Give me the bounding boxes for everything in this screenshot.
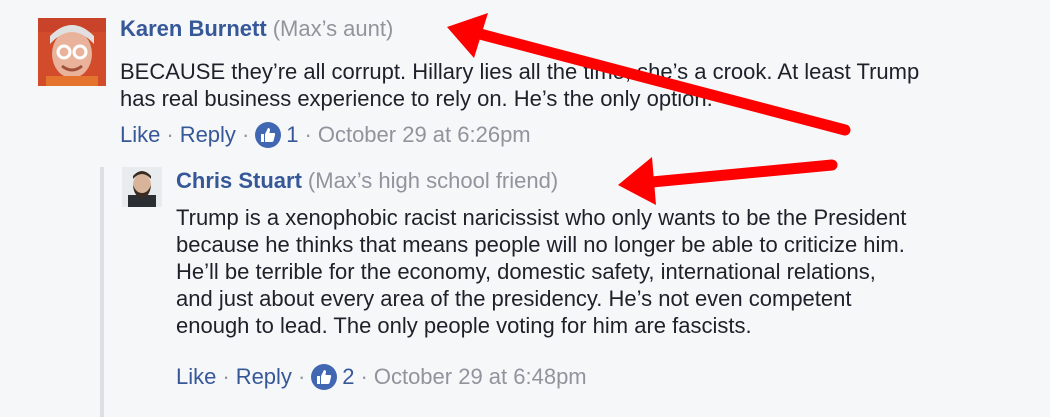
avatar-karen[interactable] [38,18,106,86]
comment-actions: Like · Reply · 1 · October 29 at 6:26pm [120,122,531,148]
like-count[interactable]: 1 [286,122,298,148]
reply-thread-line [100,167,104,417]
author-relation: (Max’s aunt) [272,16,394,41]
avatar-chris[interactable] [122,167,162,207]
comment-text-line: enough to lead. The only people voting f… [176,313,752,338]
author-relation: (Max’s high school friend) [307,168,559,193]
comment-text-line: because he thinks that means people will… [176,232,905,257]
like-count[interactable]: 2 [342,364,354,390]
comment-text-line: BECAUSE they’re all corrupt. Hillary lie… [120,59,920,84]
separator: · [360,364,368,389]
like-link[interactable]: Like [120,122,160,148]
reply-link[interactable]: Reply [180,122,236,148]
separator: · [166,122,174,147]
comment-text-line: He’ll be terrible for the economy, domes… [176,259,876,284]
comment-text-line: and just about every area of the preside… [176,286,852,311]
like-link[interactable]: Like [176,364,216,390]
reply-link[interactable]: Reply [236,364,292,390]
comment-actions: Like · Reply · 2 · October 29 at 6:48pm [176,364,587,390]
elderly-woman-avatar-icon [38,18,106,86]
thumbs-up-icon[interactable] [311,364,338,390]
bearded-man-avatar-icon [122,167,162,207]
comment-text-line: has real business experience to rely on.… [120,86,713,111]
timestamp[interactable]: October 29 at 6:26pm [318,122,531,148]
comment-header: Chris Stuart (Max’s high school friend) [176,168,558,194]
separator: · [222,364,230,389]
comment-text: BECAUSE they’re all corrupt. Hillary lie… [120,58,1020,112]
separator: · [241,122,250,147]
comment-header: Karen Burnett (Max’s aunt) [120,16,393,42]
arrow-icon [618,157,838,205]
comment-text-line: Trump is a xenophobic racist naricissist… [176,205,907,230]
comment-text: Trump is a xenophobic racist naricissist… [176,204,1026,339]
timestamp[interactable]: October 29 at 6:48pm [374,364,587,390]
separator: · [297,364,306,389]
thumbs-up-icon[interactable] [255,122,282,148]
separator: · [304,122,312,147]
author-name[interactable]: Chris Stuart [176,168,302,193]
author-name[interactable]: Karen Burnett [120,16,267,41]
